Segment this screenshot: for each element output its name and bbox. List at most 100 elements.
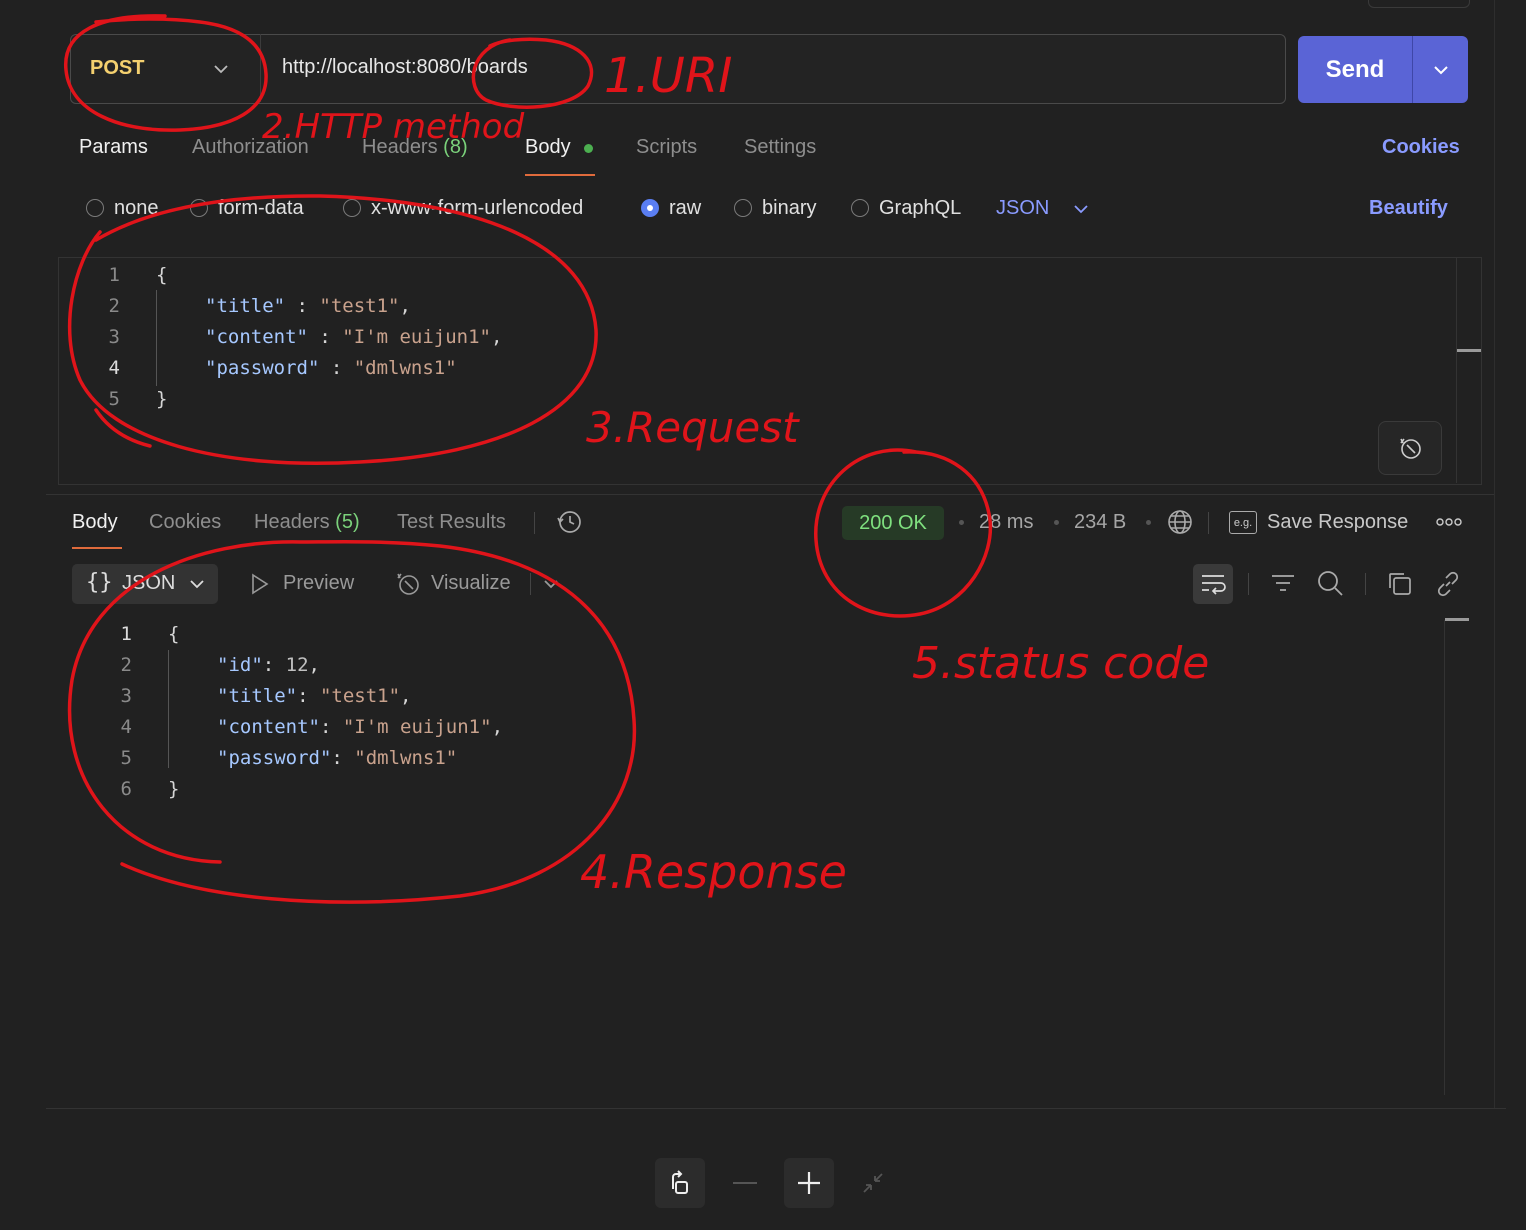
tab-headers[interactable]: Headers (8) — [362, 136, 468, 159]
panel-edge — [1494, 0, 1495, 1108]
code-value: "test1" — [319, 295, 400, 317]
status-badge[interactable]: 200 OK — [842, 506, 944, 540]
tab-scripts[interactable]: Scripts — [636, 136, 697, 159]
chevron-down-icon[interactable] — [1072, 200, 1090, 218]
response-format-select[interactable]: {} JSON — [72, 564, 218, 604]
method-label: POST — [90, 56, 145, 79]
resp-tab-cookies[interactable]: Cookies — [149, 511, 221, 534]
pane-divider[interactable] — [46, 494, 1494, 495]
radio-graphql-label: GraphQL — [879, 197, 962, 219]
line-number: 3 — [120, 685, 132, 707]
copy-icon[interactable] — [1386, 570, 1414, 598]
line-number: 4 — [108, 357, 120, 379]
reset-view-button[interactable] — [655, 1158, 705, 1208]
tab-params[interactable]: Params — [79, 136, 148, 159]
resp-tab-headers-count: (5) — [335, 511, 360, 533]
line-number: 6 — [120, 778, 132, 800]
search-icon[interactable] — [1316, 569, 1344, 597]
editor-scroll-indicator[interactable] — [1457, 349, 1481, 352]
radio-graphql[interactable] — [851, 199, 869, 217]
code-key: "id" — [217, 654, 263, 676]
radio-binary[interactable] — [734, 199, 752, 217]
ai-helper-button[interactable] — [1378, 421, 1442, 475]
example-icon[interactable]: e.g. — [1229, 511, 1257, 534]
indent-guide — [156, 290, 157, 386]
collapse-icon[interactable] — [860, 1170, 886, 1196]
code-line-content: "content": "I'm euijun1", — [217, 716, 504, 738]
zoom-in-button[interactable] — [784, 1158, 834, 1208]
line-number: 5 — [120, 747, 132, 769]
beautify-button[interactable]: Beautify — [1369, 197, 1448, 220]
separator — [1248, 573, 1249, 595]
link-icon[interactable] — [1434, 570, 1462, 598]
response-time[interactable]: 28 ms — [979, 511, 1033, 534]
tab-body[interactable]: Body — [525, 136, 571, 159]
response-scroll-track — [1444, 620, 1445, 1095]
resp-tab-headers-label: Headers — [254, 511, 330, 533]
code-brace-open: { — [168, 623, 180, 645]
code-line-id: "id": 12, — [217, 654, 320, 676]
save-response-button[interactable]: Save Response — [1267, 511, 1408, 534]
chevron-down-icon[interactable] — [542, 575, 560, 593]
resp-tab-test-results[interactable]: Test Results — [397, 511, 506, 534]
response-scroll-indicator[interactable] — [1445, 618, 1469, 621]
separator — [530, 573, 531, 595]
code-line-title: "title" : "test1", — [205, 295, 411, 317]
visualize-icon — [397, 573, 419, 595]
separator — [1365, 573, 1366, 595]
reset-icon — [672, 1170, 688, 1194]
play-icon — [252, 573, 269, 595]
code-value: "dmlwns1" — [354, 747, 458, 769]
globe-icon[interactable] — [1166, 508, 1194, 536]
cookies-link[interactable]: Cookies — [1382, 136, 1460, 159]
url-input[interactable]: http://localhost:8080/boards — [282, 56, 528, 79]
resp-tab-headers[interactable]: Headers (5) — [254, 511, 360, 534]
code-brace-open: { — [156, 264, 168, 286]
preview-button[interactable]: Preview — [283, 572, 354, 595]
code-key: "content" — [217, 716, 320, 738]
history-icon[interactable] — [556, 508, 584, 536]
code-value: "I'm euijun1" — [342, 716, 492, 738]
code-key: "title" — [205, 295, 286, 317]
body-modified-dot — [584, 144, 593, 153]
resp-tab-underline — [72, 547, 122, 549]
resp-tab-body[interactable]: Body — [72, 511, 118, 534]
minus-icon[interactable] — [730, 1172, 760, 1194]
radio-binary-label: binary — [762, 197, 817, 219]
radio-form-data[interactable] — [190, 199, 208, 217]
radio-none[interactable] — [86, 199, 104, 217]
visualize-button[interactable]: Visualize — [431, 572, 511, 595]
send-button[interactable]: Send — [1298, 36, 1412, 103]
code-brace-close: } — [156, 388, 168, 410]
tab-settings[interactable]: Settings — [744, 136, 816, 159]
line-number: 2 — [108, 295, 120, 317]
line-number: 4 — [120, 716, 132, 738]
format-select[interactable]: JSON — [996, 197, 1049, 220]
annotation-response: 4.Response — [580, 845, 847, 899]
line-number: 1 — [108, 264, 120, 286]
response-format-label: JSON — [122, 572, 176, 594]
response-size[interactable]: 234 B — [1074, 511, 1126, 534]
bottom-divider — [46, 1108, 1506, 1109]
filter-icon[interactable] — [1269, 571, 1297, 597]
tab-headers-count: (8) — [443, 136, 468, 158]
method-select[interactable]: POST — [70, 34, 261, 102]
chevron-down-icon — [214, 65, 228, 74]
line-number: 2 — [120, 654, 132, 676]
line-number: 5 — [108, 388, 120, 410]
radio-raw[interactable] — [641, 199, 659, 217]
code-line-content: "content" : "I'm euijun1", — [205, 326, 503, 348]
code-key: "title" — [217, 685, 298, 707]
code-value: "dmlwns1" — [353, 357, 457, 379]
more-icon[interactable] — [1436, 516, 1462, 528]
separator — [534, 512, 535, 534]
radio-urlencoded-label: x-www-form-urlencoded — [371, 197, 584, 219]
tab-authorization[interactable]: Authorization — [192, 136, 309, 159]
braces-icon: {} — [86, 570, 113, 595]
code-value: "I'm euijun1" — [342, 326, 491, 348]
radio-urlencoded[interactable] — [343, 199, 361, 217]
code-line-password: "password": "dmlwns1" — [217, 747, 458, 769]
tab-body-underline — [525, 174, 595, 176]
visualize-icon — [1400, 438, 1421, 459]
chevron-down-icon[interactable] — [1430, 60, 1452, 80]
